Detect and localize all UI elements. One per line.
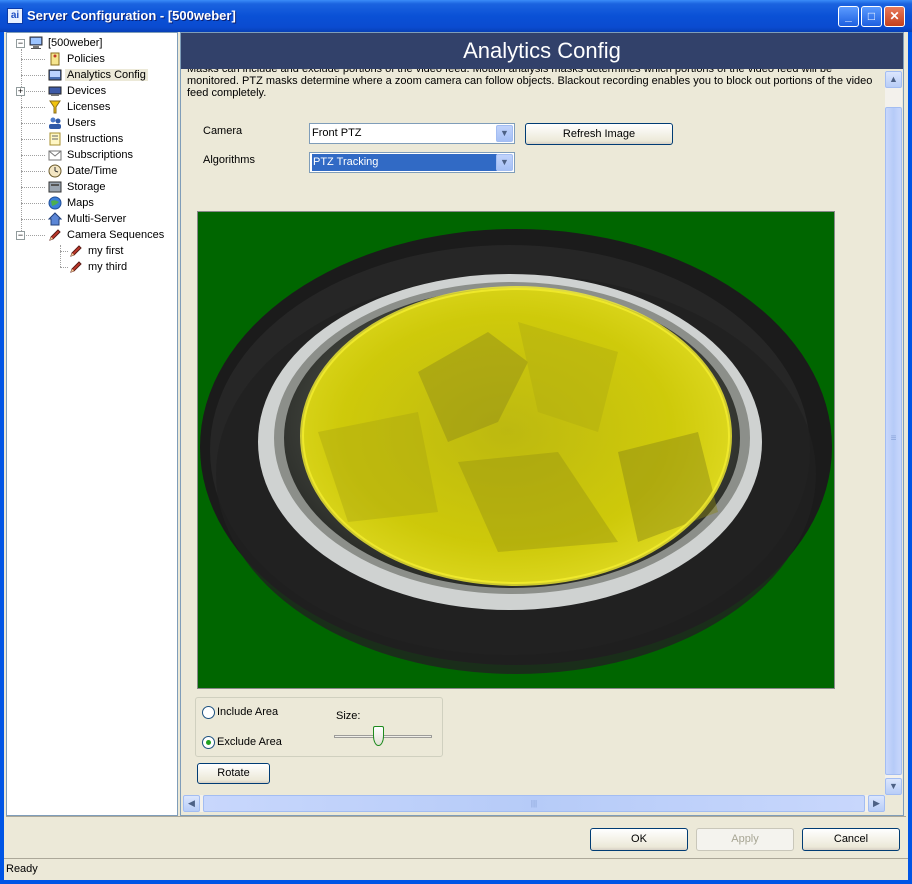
chevron-down-icon[interactable]: ▼ <box>496 154 513 171</box>
scroll-right-button[interactable]: ▶ <box>868 795 885 812</box>
clock-icon <box>48 164 62 178</box>
include-area-radio[interactable] <box>202 706 215 719</box>
tree-expander-toggle[interactable]: − <box>16 231 25 240</box>
tree-item-devices[interactable]: Devices <box>48 83 108 99</box>
pencil-icon <box>70 245 82 257</box>
horizontal-scrollbar[interactable]: ◀ ||| ▶ <box>183 795 885 812</box>
licenses-icon <box>49 100 61 114</box>
subscriptions-icon <box>48 150 62 161</box>
house-icon <box>48 212 62 226</box>
tree-item-label: Instructions <box>67 133 124 145</box>
tree-item-instructions[interactable]: Instructions <box>48 131 125 147</box>
size-label: Size: <box>336 710 361 722</box>
app-icon: ai <box>7 8 23 24</box>
camera-image[interactable] <box>197 211 835 689</box>
tree-item-label: Multi-Server <box>67 213 127 225</box>
users-icon <box>49 117 61 129</box>
page-title: Analytics Config <box>181 33 903 69</box>
page-description: Masks can include and exclude portions o… <box>187 69 877 107</box>
ok-button[interactable]: OK <box>590 828 688 851</box>
dialog-button-bar: OK Apply Cancel <box>6 816 906 858</box>
window-title: Server Configuration - [500weber] <box>27 8 236 23</box>
size-slider-thumb[interactable] <box>373 726 385 746</box>
storage-icon <box>48 181 62 193</box>
include-area-label[interactable]: Include Area <box>217 706 278 718</box>
policy-icon <box>50 52 60 66</box>
chevron-down-icon[interactable]: ▼ <box>496 125 513 142</box>
rotate-button[interactable]: Rotate <box>197 763 270 784</box>
tree-root-label: [500weber] <box>48 37 103 49</box>
scroll-left-button[interactable]: ◀ <box>183 795 200 812</box>
status-text: Ready <box>6 863 38 875</box>
algorithms-label: Algorithms <box>203 154 255 166</box>
apply-button[interactable]: Apply <box>696 828 794 851</box>
tree-item-subscriptions[interactable]: Subscriptions <box>48 147 135 163</box>
analytics-config-panel: Analytics Config Masks can include and e… <box>180 32 904 816</box>
ptz-fisheye-preview <box>198 212 834 688</box>
horizontal-scroll-thumb[interactable]: ||| <box>203 795 865 812</box>
tree-root-server[interactable]: [500weber] <box>29 35 104 51</box>
scroll-down-button[interactable]: ▼ <box>885 778 902 795</box>
exclude-area-label[interactable]: Exclude Area <box>217 736 282 748</box>
tree-item-maps[interactable]: Maps <box>48 195 96 211</box>
analytics-icon <box>48 69 62 81</box>
algorithms-select-value: PTZ Tracking <box>312 154 497 171</box>
maximize-button[interactable]: □ <box>861 6 882 27</box>
refresh-image-button[interactable]: Refresh Image <box>525 123 673 145</box>
devices-icon <box>48 86 62 96</box>
exclude-area-radio[interactable] <box>202 736 215 749</box>
server-configuration-window: ai Server Configuration - [500weber] _ □… <box>0 0 912 884</box>
tree-item-label: my third <box>88 261 128 273</box>
globe-icon <box>48 196 62 210</box>
tree-item-label: Storage <box>67 181 106 193</box>
tree-item-storage[interactable]: Storage <box>48 179 108 195</box>
minimize-button[interactable]: _ <box>838 6 859 27</box>
computer-icon <box>29 36 43 49</box>
mask-area-group: Include Area Exclude Area Size: <box>195 697 443 757</box>
tree-item-sequence[interactable]: my third <box>69 259 129 275</box>
camera-label: Camera <box>203 125 243 137</box>
tree-item-label: Date/Time <box>67 165 118 177</box>
tree-item-label: Maps <box>67 197 94 209</box>
vertical-scrollbar[interactable]: ▲ ≡ ▼ <box>885 71 902 795</box>
pencil-icon <box>70 261 82 273</box>
tree-item-camera-sequences[interactable]: Camera Sequences <box>48 227 166 243</box>
cancel-button[interactable]: Cancel <box>802 828 900 851</box>
tree-item-licenses[interactable]: Licenses <box>48 99 112 115</box>
tree-item-label: Policies <box>67 53 105 65</box>
tree-item-label: Subscriptions <box>67 149 134 161</box>
tree-item-policies[interactable]: Policies <box>48 51 107 67</box>
tree-item-users[interactable]: Users <box>48 115 98 131</box>
status-bar: Ready <box>4 858 908 880</box>
pencil-icon <box>49 229 61 241</box>
tree-item-date-time[interactable]: Date/Time <box>48 163 119 179</box>
tree-item-label: Camera Sequences <box>67 229 165 241</box>
vertical-scroll-thumb[interactable]: ≡ <box>885 107 902 775</box>
tree-item-label: Devices <box>67 85 107 97</box>
camera-select-value: Front PTZ <box>312 127 362 139</box>
tree-expander-toggle[interactable]: + <box>16 87 25 96</box>
tree-item-label: Licenses <box>67 101 111 113</box>
tree-item-label: my first <box>88 245 124 257</box>
algorithms-select[interactable]: PTZ Tracking ▼ <box>309 152 515 173</box>
description-text: Masks can include and exclude portions o… <box>187 69 873 99</box>
tree-item-analytics-config[interactable]: Analytics Config <box>48 67 148 83</box>
camera-select[interactable]: Front PTZ ▼ <box>309 123 515 144</box>
navigation-tree: − [500weber] Policies Analytics Config + De… <box>6 32 178 816</box>
instructions-icon <box>49 132 61 146</box>
tree-item-multi-server[interactable]: Multi-Server <box>48 211 128 227</box>
tree-item-sequence[interactable]: my first <box>69 243 125 259</box>
scroll-up-button[interactable]: ▲ <box>885 71 902 88</box>
tree-item-label: Users <box>67 117 96 129</box>
close-button[interactable]: ✕ <box>884 6 905 27</box>
title-bar[interactable]: ai Server Configuration - [500weber] _ □… <box>0 0 912 32</box>
tree-item-label: Analytics Config <box>65 69 148 81</box>
collapse-root-toggle[interactable]: − <box>16 39 25 48</box>
client-area: − [500weber] Policies Analytics Config + De… <box>4 32 908 880</box>
